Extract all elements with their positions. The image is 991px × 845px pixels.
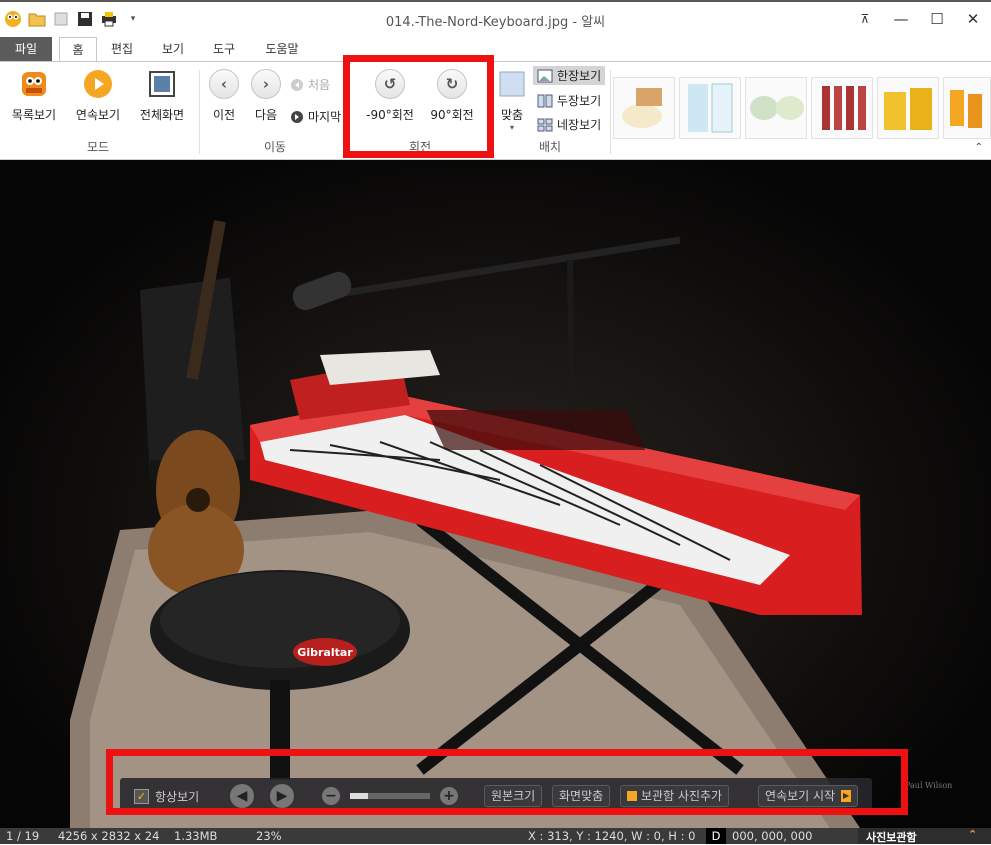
double-view-button[interactable]: 두장보기 xyxy=(537,92,601,109)
thumbnail[interactable] xyxy=(613,77,675,139)
list-view-icon xyxy=(18,68,50,100)
last-button[interactable]: 마지막 xyxy=(290,108,341,125)
play-icon: ▶ xyxy=(841,790,852,802)
stool-brand: Gibraltar xyxy=(297,646,353,659)
first-icon xyxy=(291,78,303,91)
rotate-right-icon: ↻ xyxy=(437,69,467,99)
chevron-down-icon: ▾ xyxy=(509,123,514,132)
separator xyxy=(199,70,200,154)
double-view-icon xyxy=(537,94,553,107)
tab-view[interactable]: 보기 xyxy=(155,37,191,61)
status-dimensions: 4256 x 2832 x 24 xyxy=(58,829,160,843)
arrow-left-icon: ◀ xyxy=(230,784,254,808)
checkbox[interactable]: ✓ xyxy=(134,788,149,804)
tab-help[interactable]: 도움말 xyxy=(258,37,306,61)
list-view-button[interactable]: 목록보기 xyxy=(6,68,62,123)
status-zoom: 23% xyxy=(256,829,282,843)
thumbnail[interactable] xyxy=(745,77,807,139)
collapse-ribbon-icon[interactable]: ⌃ xyxy=(975,142,983,153)
fullscreen-button[interactable]: 전체화면 xyxy=(134,68,190,123)
fit-button[interactable]: 맞춤 ▾ xyxy=(496,68,528,132)
fit-screen-button[interactable]: 화면맞춤 xyxy=(552,785,611,807)
status-d-label: D xyxy=(706,828,726,844)
group-label-layout: 배치 xyxy=(538,140,562,154)
thumbnail[interactable] xyxy=(811,77,873,139)
separator xyxy=(344,70,345,154)
fit-icon xyxy=(496,68,528,100)
window-title: 014.-The-Nord-Keyboard.jpg - 알씨 xyxy=(385,15,606,30)
zoom-slider-fill xyxy=(350,793,369,799)
single-view-button[interactable]: 한장보기 xyxy=(533,66,606,85)
overlay-next-button[interactable]: ▶ xyxy=(270,784,294,808)
maximize-button[interactable]: ☐ xyxy=(919,6,955,32)
separator xyxy=(610,70,611,154)
group-label-rotate: 회전 xyxy=(408,140,432,154)
status-filesize: 1.33MB xyxy=(174,829,218,843)
status-index: 1 / 19 xyxy=(6,829,40,843)
overlay-prev-button[interactable]: ◀ xyxy=(230,784,254,808)
thumbnail[interactable] xyxy=(679,77,741,139)
zoom-out-button[interactable]: − xyxy=(322,784,340,808)
chevron-right-icon: › xyxy=(251,69,281,99)
single-view-icon xyxy=(537,69,553,82)
pin-icon[interactable]: ⊼ xyxy=(847,6,883,32)
photo-watermark: Paul Wilson xyxy=(905,781,952,790)
rotate-left-icon: ↺ xyxy=(375,69,405,99)
quad-view-icon xyxy=(537,118,553,131)
group-label-move: 이동 xyxy=(263,140,287,154)
start-slideshow-button[interactable]: 연속보기 시작 ▶ xyxy=(758,784,859,808)
chevron-up-icon: ⌃ xyxy=(968,828,978,841)
add-photo-icon xyxy=(627,791,637,801)
tab-home[interactable]: 홈 xyxy=(59,37,97,62)
photo-archive-button[interactable]: 사진보관함 ⌃ xyxy=(858,828,991,844)
last-icon xyxy=(291,110,303,123)
tab-file[interactable]: 파일 xyxy=(0,37,52,61)
plus-icon: + xyxy=(440,787,458,805)
fullscreen-icon xyxy=(146,68,178,100)
thumbnail[interactable] xyxy=(877,77,939,139)
original-size-button[interactable]: 원본크기 xyxy=(484,785,543,807)
group-label-mode: 모드 xyxy=(86,140,110,154)
quad-view-button[interactable]: 네장보기 xyxy=(537,116,601,133)
photo-image: Gibraltar Paul Wilson xyxy=(70,220,952,828)
title-bar: ▾ 014.-The-Nord-Keyboard.jpg - 알씨 ⊼ — ☐ … xyxy=(0,0,991,36)
minimize-button[interactable]: — xyxy=(883,6,919,32)
next-button[interactable]: › 다음 xyxy=(248,68,284,123)
status-bar: 1 / 19 4256 x 2832 x 24 1.33MB 23% X : 3… xyxy=(0,828,991,844)
prev-button[interactable]: ‹ 이전 xyxy=(206,68,242,123)
status-coordinates: X : 313, Y : 1240, W : 0, H : 0 xyxy=(528,829,696,843)
photo-viewport[interactable]: Gibraltar Paul Wilson xyxy=(0,160,991,828)
viewer-toolbar: ✓ 항상보기 ◀ ▶ − + 원본크기 화면맞춤 보관함 사진추가 연속보기 시… xyxy=(120,778,872,814)
slideshow-button[interactable]: 연속보기 xyxy=(70,68,126,123)
tab-tools[interactable]: 도구 xyxy=(206,37,242,61)
zoom-slider[interactable] xyxy=(350,784,430,808)
first-button[interactable]: 처음 xyxy=(290,76,330,93)
status-color: 000, 000, 000 xyxy=(732,829,813,843)
play-icon xyxy=(82,68,114,100)
rotate-right-button[interactable]: ↻ 90°회전 xyxy=(424,68,480,123)
zoom-in-button[interactable]: + xyxy=(440,784,458,808)
close-button[interactable]: ✕ xyxy=(955,6,991,32)
minus-icon: − xyxy=(322,787,340,805)
thumbnail-strip xyxy=(613,77,991,139)
always-show-toggle[interactable]: ✓ 항상보기 xyxy=(134,784,199,808)
chevron-left-icon: ‹ xyxy=(209,69,239,99)
tab-edit[interactable]: 편집 xyxy=(104,37,140,61)
ribbon: 목록보기 연속보기 전체화면 모드 ‹ 이전 › 다음 처음 마지막 이동 ↺ … xyxy=(0,61,991,160)
thumbnail[interactable] xyxy=(943,77,991,139)
rotate-left-button[interactable]: ↺ -90°회전 xyxy=(362,68,418,123)
arrow-right-icon: ▶ xyxy=(270,784,294,808)
ribbon-tabs: 파일 홈 편집 보기 도구 도움말 xyxy=(0,36,991,62)
add-to-archive-button[interactable]: 보관함 사진추가 xyxy=(620,784,730,808)
